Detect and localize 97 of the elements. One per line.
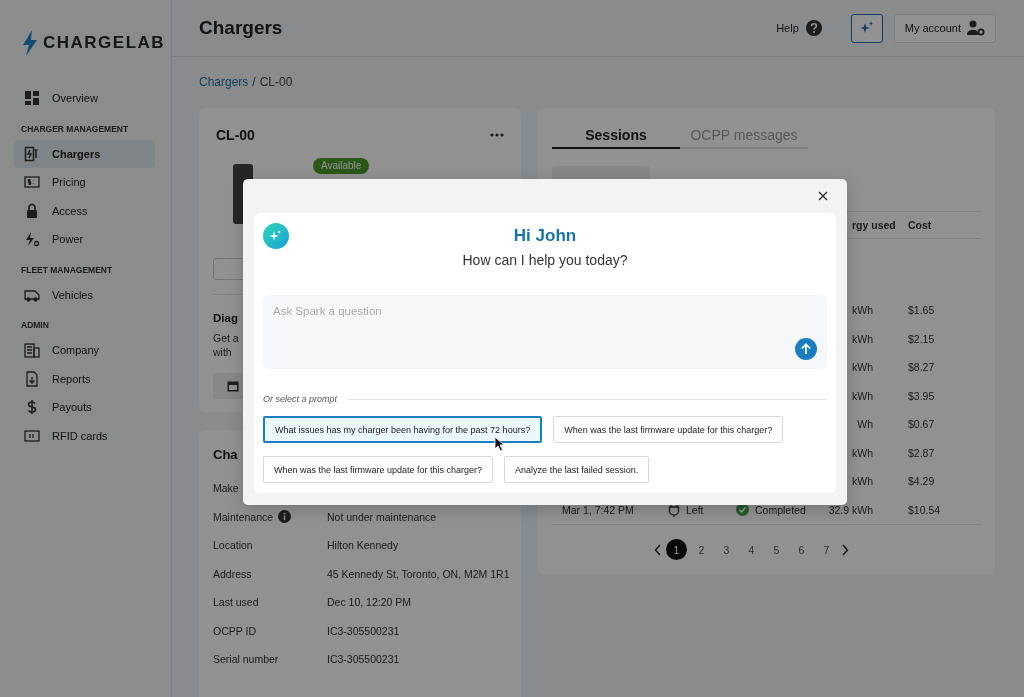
sidebar-item[interactable]: Pricing: [14, 168, 155, 197]
sidebar-item[interactable]: Power: [14, 225, 155, 254]
table-cell: 32.9 kWh: [828, 503, 873, 516]
sidebar-item[interactable]: Access: [14, 196, 155, 225]
sidebar-item[interactable]: Payouts: [14, 393, 155, 422]
greeting-subtitle: How can I help you today?: [462, 252, 628, 268]
table-cell: kWh: [852, 332, 873, 345]
brand-name: CHARGELAB: [43, 33, 166, 53]
page-title: Chargers: [199, 17, 283, 39]
lightning-bolt-icon: [22, 30, 38, 56]
table-cell: Left: [686, 503, 704, 516]
sidebar-item[interactable]: Vehicles: [14, 280, 155, 309]
page-button[interactable]: 5: [766, 539, 787, 560]
table-cell: $3.95: [908, 389, 935, 402]
column-header: rgy used: [852, 219, 897, 231]
table-cell: kWh: [852, 446, 873, 459]
page-button[interactable]: 1: [666, 539, 687, 560]
table-cell: Wh: [857, 418, 873, 431]
detail-value: Dec 10, 12:20 PM: [327, 596, 412, 609]
sidebar-item[interactable]: RFID cards: [14, 421, 155, 450]
table-cell: Mar 1, 7:42 PM: [562, 503, 634, 516]
sidebar-item[interactable]: Overview: [14, 84, 155, 113]
building-icon: [24, 342, 40, 359]
sidebar-item[interactable]: Chargers: [14, 139, 155, 168]
detail-label: Last used: [213, 596, 259, 609]
table-cell: $10.54: [908, 503, 941, 516]
page-button[interactable]: 3: [716, 539, 737, 560]
page-button[interactable]: 4: [741, 539, 762, 560]
breadcrumb-current: CL-00: [259, 75, 293, 90]
lock-icon: [24, 202, 40, 219]
prompt-chip[interactable]: When was the last firmware update for this charger?: [553, 416, 784, 443]
detail-label: Location: [213, 539, 253, 552]
account-button[interactable]: My account: [893, 13, 996, 43]
section-heading: CHARGER MANAGEMENT: [20, 122, 130, 136]
table-cell: $0.67: [908, 418, 935, 431]
table-cell: kWh: [852, 389, 873, 402]
detail-label: Serial number: [213, 653, 279, 666]
help-button[interactable]: Help: [770, 19, 828, 37]
table-cell: $2.87: [908, 446, 935, 459]
description-text: Get a: [213, 331, 239, 345]
breadcrumb-link[interactable]: Chargers: [199, 75, 249, 90]
table-cell: $1.65: [908, 304, 935, 317]
question-field[interactable]: Ask Spark a question: [263, 295, 827, 369]
detail-label: Maintenance: [213, 510, 274, 523]
detail-value: Not under maintenance: [327, 510, 437, 523]
breadcrumb-separator: /: [252, 75, 256, 90]
detail-label: OCPP ID: [213, 624, 256, 637]
prompt-chip[interactable]: When was the last firmware update for this charger?: [263, 456, 494, 483]
document-icon: [24, 370, 40, 387]
detail-value: IC3-305500231: [327, 624, 400, 637]
table-cell: kWh: [852, 361, 873, 374]
column-header: Cost: [908, 219, 932, 231]
status-text: Completed: [755, 503, 806, 516]
table-cell: kWh: [852, 304, 873, 317]
arrow-up-icon: [800, 343, 812, 355]
detail-label: Address: [213, 567, 252, 580]
tab[interactable]: Sessions: [552, 122, 680, 149]
grid-icon: [24, 90, 40, 107]
detail-value: Hilton Kennedy: [327, 539, 399, 552]
detail-value: 45 Kennedy St, Toronto, ON, M2M 1R1: [327, 567, 510, 580]
details-title: Cha: [213, 446, 239, 464]
page-button[interactable]: 2: [691, 539, 712, 560]
calendar-icon: [227, 380, 239, 392]
prompt-chip[interactable]: What issues has my charger been having for the past 72 hours?: [263, 416, 543, 443]
detail-value: IC3-305500231: [327, 653, 400, 666]
user-settings-icon: [967, 20, 985, 36]
description-text: with: [213, 345, 232, 359]
table-cell: kWh: [852, 475, 873, 488]
help-icon: [805, 20, 822, 36]
close-icon[interactable]: [818, 191, 828, 201]
chevron-left-icon[interactable]: [654, 543, 662, 556]
page-button[interactable]: 6: [791, 539, 812, 560]
section-heading: FLEET MANAGEMENT: [20, 263, 114, 277]
card-icon: [24, 427, 40, 444]
plug-icon: [668, 502, 680, 517]
bolt-icon: [24, 231, 40, 248]
sidebar-item[interactable]: Reports: [14, 364, 155, 393]
more-icon[interactable]: [490, 133, 504, 137]
section-title: Diag: [213, 311, 238, 325]
detail-label: Make: [213, 482, 239, 495]
page-button[interactable]: 7: [816, 539, 837, 560]
section-heading: ADMIN: [20, 319, 50, 332]
table-cell: $8.27: [908, 361, 935, 374]
table-cell: $2.15: [908, 332, 935, 345]
prompt-section-label: Or select a prompt: [263, 394, 338, 404]
sparkle-button[interactable]: [850, 13, 883, 43]
charger-title: CL-00: [216, 126, 255, 144]
status-badge: Available: [313, 158, 370, 174]
mouse-cursor-icon: [494, 436, 506, 452]
greeting-title: Hi John: [513, 226, 577, 246]
prompt-chip[interactable]: Analyze the last failed session.: [504, 456, 650, 483]
sidebar-item[interactable]: Company: [14, 336, 155, 365]
sparkle-avatar-icon: [263, 223, 289, 249]
price-tag-icon: [24, 174, 40, 191]
table-cell: $4.29: [908, 475, 935, 488]
charger-icon: [24, 145, 40, 162]
chevron-right-icon[interactable]: [841, 543, 849, 556]
